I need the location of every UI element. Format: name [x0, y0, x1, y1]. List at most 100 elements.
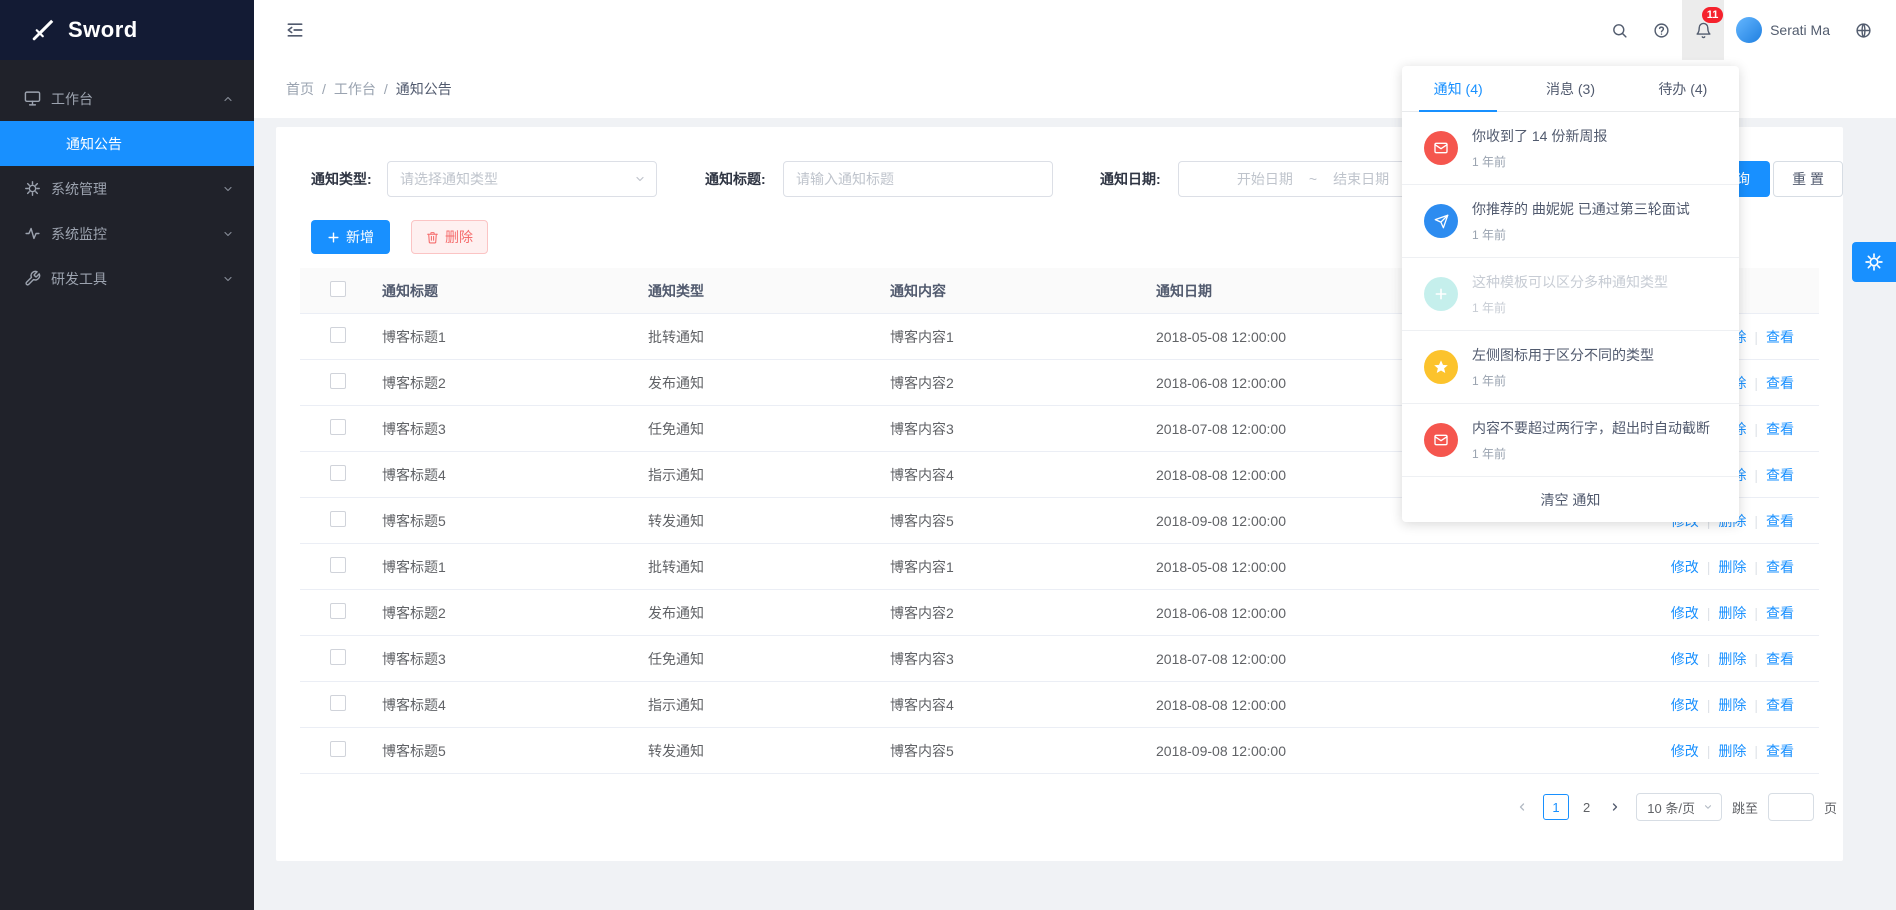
edit-link[interactable]: 修改	[1671, 695, 1699, 715]
action-divider: |	[1754, 421, 1758, 437]
delete-link[interactable]: 删除	[1718, 557, 1746, 577]
sidebar-item-workbench[interactable]: 工作台	[0, 76, 254, 121]
sidebar-collapse-button[interactable]	[278, 13, 312, 47]
cell-date: 2018-05-08 12:00:00	[1156, 559, 1436, 575]
search-icon	[1611, 22, 1628, 39]
notice-title-input[interactable]	[783, 161, 1053, 197]
row-checkbox[interactable]	[330, 465, 346, 481]
plus-icon	[327, 231, 340, 244]
avatar	[1736, 17, 1762, 43]
delete-label: 删除	[445, 227, 473, 247]
tab-messages[interactable]: 消息 (3)	[1514, 66, 1626, 111]
page-button-2[interactable]: 2	[1579, 800, 1594, 815]
view-link[interactable]: 查看	[1766, 741, 1794, 761]
tab-notifications[interactable]: 通知 (4)	[1402, 66, 1514, 111]
jump-page-input[interactable]	[1768, 793, 1814, 821]
edit-link[interactable]: 修改	[1671, 649, 1699, 669]
table-row: 博客标题1 批转通知 博客内容1 2018-05-08 12:00:00 修改|…	[300, 544, 1819, 590]
cell-type: 任免通知	[648, 419, 890, 439]
notification-item[interactable]: 左侧图标用于区分不同的类型 1 年前	[1402, 331, 1739, 404]
send-icon	[1424, 204, 1458, 238]
row-checkbox[interactable]	[330, 557, 346, 573]
delete-link[interactable]: 删除	[1718, 603, 1746, 623]
edit-link[interactable]: 修改	[1671, 557, 1699, 577]
plus-icon	[1424, 277, 1458, 311]
next-page-button[interactable]	[1604, 795, 1626, 819]
clear-notifications-button[interactable]: 清空 通知	[1402, 477, 1739, 522]
cell-type: 批转通知	[648, 557, 890, 577]
view-link[interactable]: 查看	[1766, 419, 1794, 439]
notification-item[interactable]: 你推荐的 曲妮妮 已通过第三轮面试 1 年前	[1402, 185, 1739, 258]
cell-type: 转发通知	[648, 741, 890, 761]
row-checkbox[interactable]	[330, 511, 346, 527]
sidebar-item-system-monitor[interactable]: 系统监控	[0, 211, 254, 256]
date-end-placeholder: 结束日期	[1333, 169, 1389, 189]
user-name: Serati Ma	[1770, 22, 1830, 38]
action-divider: |	[1754, 743, 1758, 759]
delete-link[interactable]: 删除	[1718, 649, 1746, 669]
app-title: Sword	[68, 17, 138, 43]
row-checkbox[interactable]	[330, 603, 346, 619]
page-button-1[interactable]: 1	[1543, 794, 1569, 820]
sidebar: Sword 工作台 通知公告 系统管理	[0, 0, 254, 910]
notification-item[interactable]: 你收到了 14 份新周报 1 年前	[1402, 112, 1739, 185]
breadcrumb-home[interactable]: 首页	[286, 79, 314, 99]
notice-type-select[interactable]: 请选择通知类型	[387, 161, 657, 197]
select-all-checkbox[interactable]	[330, 281, 346, 297]
chevron-down-icon	[222, 183, 234, 195]
add-button[interactable]: 新增	[311, 220, 390, 254]
action-divider: |	[1754, 375, 1758, 391]
delete-link[interactable]: 删除	[1718, 695, 1746, 715]
cell-title: 博客标题2	[382, 373, 648, 393]
page-size-select[interactable]: 10 条/页	[1636, 793, 1722, 821]
action-divider: |	[1754, 513, 1758, 529]
row-checkbox[interactable]	[330, 695, 346, 711]
globe-icon	[1855, 22, 1872, 39]
view-link[interactable]: 查看	[1766, 557, 1794, 577]
row-checkbox[interactable]	[330, 741, 346, 757]
row-checkbox[interactable]	[330, 327, 346, 343]
notification-time: 1 年前	[1472, 372, 1654, 389]
edit-link[interactable]: 修改	[1671, 603, 1699, 623]
sidebar-item-label: 工作台	[51, 89, 93, 109]
language-button[interactable]	[1842, 0, 1884, 60]
column-header-content: 通知内容	[890, 281, 1156, 301]
view-link[interactable]: 查看	[1766, 695, 1794, 715]
page-size-value: 10 条/页	[1647, 798, 1695, 817]
sidebar-item-label: 研发工具	[51, 269, 107, 289]
help-button[interactable]	[1640, 0, 1682, 60]
tab-todos[interactable]: 待办 (4)	[1627, 66, 1739, 111]
notifications-button[interactable]: 11	[1682, 0, 1724, 60]
notification-item-read[interactable]: 这种模板可以区分多种通知类型 1 年前	[1402, 258, 1739, 331]
row-checkbox[interactable]	[330, 649, 346, 665]
cell-date: 2018-09-08 12:00:00	[1156, 513, 1436, 529]
delete-button[interactable]: 删除	[411, 220, 488, 254]
reset-button[interactable]: 重 置	[1773, 161, 1843, 197]
sidebar-item-system-manage[interactable]: 系统管理	[0, 166, 254, 211]
theme-settings-button[interactable]	[1852, 242, 1896, 282]
view-link[interactable]: 查看	[1766, 373, 1794, 393]
view-link[interactable]: 查看	[1766, 511, 1794, 531]
sidebar-item-notice[interactable]: 通知公告	[0, 121, 254, 166]
edit-link[interactable]: 修改	[1671, 741, 1699, 761]
delete-link[interactable]: 删除	[1718, 741, 1746, 761]
prev-page-button[interactable]	[1511, 795, 1533, 819]
row-checkbox[interactable]	[330, 373, 346, 389]
app-logo[interactable]: Sword	[0, 0, 254, 60]
view-link[interactable]: 查看	[1766, 465, 1794, 485]
notification-title: 内容不要超过两行字，超出时自动截断	[1472, 418, 1710, 438]
breadcrumb-separator: /	[384, 81, 388, 97]
view-link[interactable]: 查看	[1766, 327, 1794, 347]
notice-type-label: 通知类型:	[311, 161, 372, 197]
breadcrumb-workbench[interactable]: 工作台	[334, 79, 376, 99]
user-menu[interactable]: Serati Ma	[1724, 0, 1842, 60]
view-link[interactable]: 查看	[1766, 603, 1794, 623]
chevron-down-icon	[222, 228, 234, 240]
sidebar-item-dev-tools[interactable]: 研发工具	[0, 256, 254, 301]
action-divider: |	[1707, 605, 1711, 621]
notification-time: 1 年前	[1472, 445, 1710, 462]
search-button[interactable]	[1598, 0, 1640, 60]
notification-item[interactable]: 内容不要超过两行字，超出时自动截断 1 年前	[1402, 404, 1739, 477]
row-checkbox[interactable]	[330, 419, 346, 435]
view-link[interactable]: 查看	[1766, 649, 1794, 669]
